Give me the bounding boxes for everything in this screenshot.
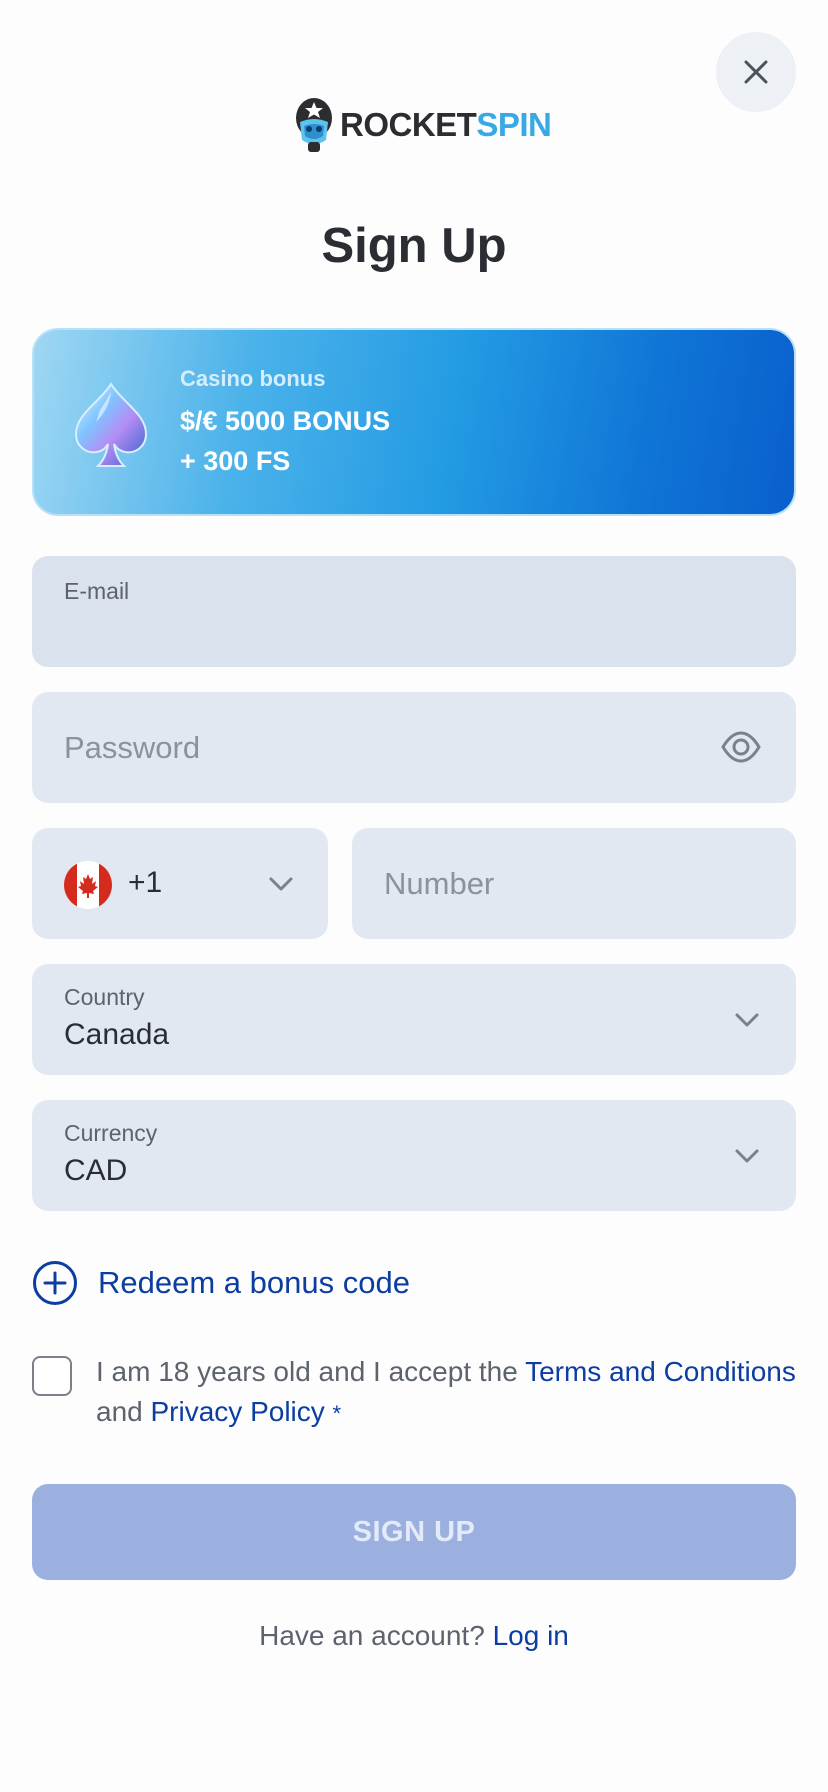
currency-select[interactable]: Currency CAD <box>32 1100 796 1211</box>
bonus-kicker: Casino bonus <box>180 366 326 391</box>
number-placeholder: Number <box>384 866 495 901</box>
country-label: Country <box>64 984 145 1010</box>
bonus-card[interactable]: Casino bonus $/€ 5000 BONUS + 300 FS <box>32 328 796 516</box>
country-select[interactable]: Country Canada <box>32 964 796 1075</box>
login-link[interactable]: Log in <box>493 1620 569 1651</box>
consent-checkbox[interactable] <box>32 1356 72 1396</box>
password-placeholder: Password <box>64 730 201 765</box>
terms-link[interactable]: Terms and Conditions <box>525 1356 796 1387</box>
canada-flag-icon <box>64 861 112 909</box>
spade-icon <box>74 382 148 467</box>
eye-icon[interactable] <box>720 728 762 766</box>
currency-value: CAD <box>64 1154 128 1187</box>
bonus-free-spins: + 300 FS <box>180 446 291 476</box>
logo-text-spin: SPIN <box>476 106 552 143</box>
consent-prefix: I am 18 years old and I accept the <box>96 1356 526 1387</box>
sign-up-button[interactable]: SIGN UP <box>32 1484 796 1580</box>
email-label: E-mail <box>64 578 130 604</box>
currency-label: Currency <box>64 1120 158 1146</box>
email-field[interactable]: E-mail <box>32 556 796 667</box>
bonus-amount: $/€ 5000 BONUS <box>180 406 391 436</box>
phone-code-select[interactable]: +1 <box>32 828 328 939</box>
phone-number-field[interactable]: Number <box>352 828 796 939</box>
plus-circle-icon <box>33 1261 77 1305</box>
country-value: Canada <box>64 1018 170 1051</box>
redeem-bonus-code-link[interactable]: Redeem a bonus code <box>32 1260 410 1306</box>
consent-text: I am 18 years old and I accept the Terms… <box>96 1352 806 1434</box>
password-field[interactable]: Password <box>32 692 796 803</box>
close-icon <box>744 60 768 84</box>
astronaut-logo-icon <box>296 98 332 152</box>
privacy-link[interactable]: Privacy Policy <box>151 1396 325 1427</box>
required-marker: * <box>332 1401 342 1426</box>
chevron-down-icon <box>269 877 293 891</box>
login-prompt: Have an account? Log in <box>0 1620 828 1652</box>
login-question: Have an account? <box>259 1620 493 1651</box>
close-button[interactable] <box>716 32 796 112</box>
phone-code-value: +1 <box>128 866 163 899</box>
page-title: Sign Up <box>321 219 507 273</box>
logo-text-rocket: ROCKET <box>340 106 477 143</box>
brand-logo: ROCKET SPIN <box>294 94 552 156</box>
consent-and: and <box>96 1396 151 1427</box>
chevron-down-icon <box>735 1013 759 1027</box>
redeem-label: Redeem a bonus code <box>98 1265 410 1300</box>
chevron-down-icon <box>735 1149 759 1163</box>
